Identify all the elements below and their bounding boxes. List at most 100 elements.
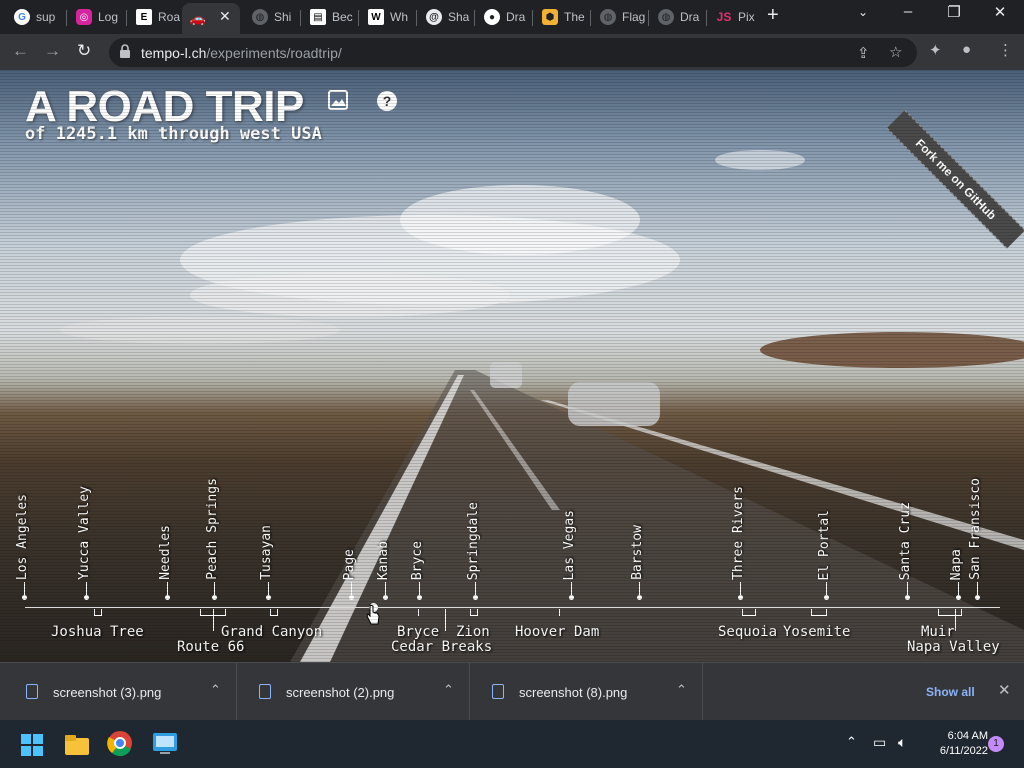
tab-separator (66, 10, 67, 26)
tab-active[interactable]: 🚗 (182, 3, 240, 34)
city-dot (417, 595, 422, 600)
help-icon[interactable]: ? (377, 91, 397, 111)
chevron-up-icon[interactable]: ⌃ (676, 682, 687, 698)
chevron-up-icon[interactable]: ⌃ (210, 682, 221, 698)
gallery-icon[interactable] (327, 89, 349, 111)
tab-10[interactable]: ⬢ The (534, 3, 588, 31)
menu-icon[interactable]: ⋮ (998, 41, 1013, 59)
city-dot (824, 595, 829, 600)
city-marker[interactable]: Three Rivers (731, 450, 751, 600)
region-bracket (470, 609, 478, 616)
e-icon: E (136, 9, 152, 25)
tab-2[interactable]: ◎ Log (68, 3, 124, 31)
region-bracket (811, 609, 827, 616)
tab-13[interactable]: JS Pix (708, 3, 762, 31)
new-tab-button[interactable]: + (767, 4, 779, 27)
back-button[interactable]: ← (12, 41, 29, 61)
region-yosemite[interactable]: Yosemite (783, 624, 850, 640)
city-marker[interactable]: Kanab (376, 450, 396, 600)
download-item[interactable]: screenshot (8).png ⌃ (470, 663, 703, 721)
chevron-up-icon[interactable]: ⌃ (443, 682, 454, 698)
js-icon: JS (716, 10, 732, 24)
chevron-up-icon[interactable]: ⌃ (846, 734, 857, 750)
tab-search-icon[interactable]: ⌄ (853, 5, 873, 19)
close-tab-icon[interactable]: ✕ (219, 8, 231, 25)
minimize-button[interactable]: – (898, 3, 918, 20)
region-bryce[interactable]: Bryce (397, 624, 439, 640)
region-tick (445, 609, 446, 631)
notification-badge[interactable]: 1 (988, 736, 1004, 752)
region-route-66[interactable]: Route 66 (177, 639, 244, 655)
extensions-icon[interactable]: ✦ (929, 41, 942, 59)
region-cedar-breaks[interactable]: Cedar Breaks (391, 639, 492, 655)
city-marker[interactable]: Needles (158, 450, 178, 600)
region-tick (559, 609, 560, 616)
city-marker[interactable]: Peach Springs (205, 450, 225, 600)
city-marker[interactable]: El Portal (817, 450, 837, 600)
city-marker[interactable]: San Fransisco (968, 450, 988, 600)
tab-3[interactable]: E Roa (128, 3, 182, 31)
tab-7[interactable]: W Wh (360, 3, 414, 31)
city-marker[interactable]: Barstow (630, 450, 650, 600)
city-marker[interactable]: Page (342, 450, 362, 600)
github-icon: ● (484, 9, 500, 25)
timeline-axis[interactable] (25, 607, 1000, 608)
address-bar[interactable]: tempo-l.ch/experiments/roadtrip/ ⇪ ☆ (109, 38, 917, 67)
windows-start-icon[interactable] (20, 733, 44, 757)
download-item[interactable]: screenshot (3).png ⌃ (4, 663, 237, 721)
tab-9[interactable]: ● Dra (476, 3, 530, 31)
bookmark-star-icon[interactable]: ☆ (889, 43, 902, 61)
region-zion[interactable]: Zion (456, 624, 490, 640)
tab-5[interactable]: ◍ Shi (244, 3, 298, 31)
city-dot (266, 595, 271, 600)
city-marker[interactable]: Napa (949, 450, 969, 600)
region-muir[interactable]: Muir (921, 624, 955, 640)
network-icon[interactable]: ▭ (873, 734, 886, 751)
forward-button[interactable]: → (44, 41, 61, 61)
city-dot (383, 595, 388, 600)
tab-8[interactable]: @ Sha (418, 3, 472, 31)
region-hoover-dam[interactable]: Hoover Dam (515, 624, 599, 640)
city-marker[interactable]: Santa Cruz (898, 450, 918, 600)
city-marker[interactable]: Las Vegas (562, 450, 582, 600)
region-tick (955, 609, 956, 631)
globe-icon: ◍ (600, 9, 616, 25)
taskbar-clock[interactable]: 6:04 AM 6/11/2022 (926, 729, 988, 759)
restore-button[interactable]: ❐ (944, 3, 964, 21)
volume-icon[interactable]: 🔈︎ (898, 734, 906, 751)
region-tick (213, 609, 214, 631)
region-bracket (270, 609, 278, 616)
region-bracket (94, 609, 102, 616)
share-icon[interactable]: ⇪ (857, 44, 870, 62)
close-icon[interactable]: ✕ (998, 681, 1011, 699)
city-marker[interactable]: Yucca Valley (77, 450, 97, 600)
city-marker[interactable]: Los Angeles (15, 450, 35, 600)
doc-icon: ▤ (310, 9, 326, 25)
instagram-icon: ◎ (76, 9, 92, 25)
control-panel-icon[interactable] (151, 729, 179, 757)
swirl-icon: @ (426, 9, 442, 25)
file-explorer-icon[interactable] (63, 731, 91, 759)
tab-12[interactable]: ◍ Dra (650, 3, 704, 31)
city-dot (975, 595, 980, 600)
region-sequoia[interactable]: Sequoia (718, 624, 777, 640)
profile-icon[interactable]: ● (962, 41, 971, 58)
file-icon (492, 684, 504, 699)
tab-6[interactable]: ▤ Bec (302, 3, 356, 31)
globe-icon: ◍ (252, 9, 268, 25)
region-tick (418, 609, 419, 616)
reload-button[interactable]: ↻ (77, 41, 91, 61)
show-all-button[interactable]: Show all (926, 685, 975, 699)
region-grand-canyon[interactable]: Grand Canyon (221, 624, 322, 640)
region-joshua-tree[interactable]: Joshua Tree (51, 624, 144, 640)
tab-1[interactable]: G sup (6, 3, 62, 31)
region-napa-valley[interactable]: Napa Valley (907, 639, 1000, 655)
close-window-button[interactable]: ✕ (990, 3, 1010, 21)
city-marker[interactable]: Springdale (466, 450, 486, 600)
tab-11[interactable]: ◍ Flag (592, 3, 646, 31)
city-marker[interactable]: Bryce (410, 450, 430, 600)
download-bar: screenshot (3).png ⌃ screenshot (2).png … (0, 662, 1024, 721)
chrome-icon[interactable] (106, 729, 134, 757)
download-item[interactable]: screenshot (2).png ⌃ (237, 663, 470, 721)
city-marker[interactable]: Tusayan (259, 450, 279, 600)
